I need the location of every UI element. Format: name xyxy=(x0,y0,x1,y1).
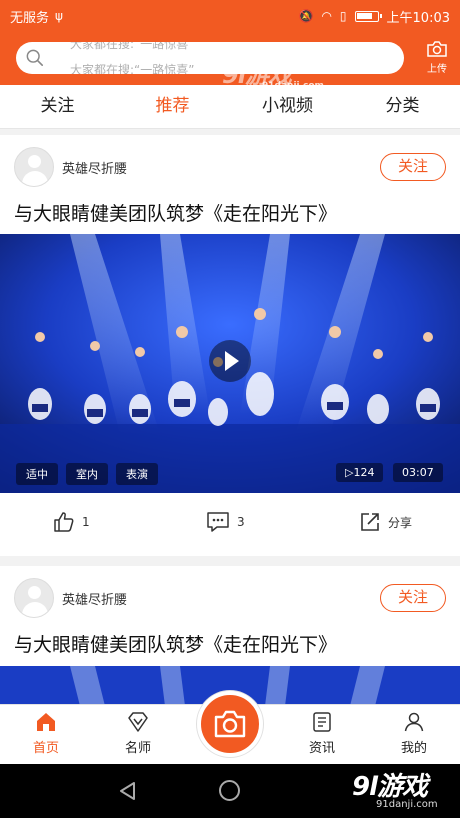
tab-recommend[interactable]: 推荐 xyxy=(115,85,230,128)
thumbs-up-icon xyxy=(54,512,74,532)
play-count: ▷124 xyxy=(336,463,384,482)
video-tag[interactable]: 表演 xyxy=(116,463,158,485)
news-icon xyxy=(313,712,331,732)
watermark-logo-text: 9l游戏 xyxy=(352,772,428,802)
battery-icon xyxy=(354,10,382,22)
feed-card: 英雄尽折腰 关注 与大眼睛健美团队筑梦《走在阳光下》 xyxy=(0,566,460,706)
clock: 上午10:03 xyxy=(386,10,450,26)
tab-category[interactable]: 分类 xyxy=(345,85,460,128)
nav-home[interactable]: 首页 xyxy=(16,711,76,756)
share-button[interactable]: 分享 xyxy=(358,510,412,534)
comment-count: 3 xyxy=(237,515,245,529)
home-icon xyxy=(37,713,55,731)
watermark-logo: 9l游戏 91danji.com xyxy=(352,766,438,810)
search-input[interactable] xyxy=(16,42,404,74)
carrier-label: 无服务 xyxy=(10,10,50,26)
mute-icon: 🔕 xyxy=(298,9,314,23)
nav-news[interactable]: 资讯 xyxy=(292,711,352,756)
video-tag[interactable]: 室内 xyxy=(66,463,108,485)
category-tabs: 关注 推荐 小视频 分类 xyxy=(0,85,460,129)
status-bar: 无服务 ψ 🔕 ◠ ▯ 上午10:03 xyxy=(0,0,460,32)
nav-home-label: 首页 xyxy=(32,741,59,756)
author-name[interactable]: 英雄尽折腰 xyxy=(62,589,127,608)
search-bar[interactable]: 大家都在搜:“一路惊喜” 大家都在搜:“一路惊喜” xyxy=(16,42,404,74)
app-header: 无服务 ψ 🔕 ◠ ▯ 上午10:03 大家都在搜:“一路惊喜” 大家都在搜:“… xyxy=(0,0,460,91)
record-video-button[interactable] xyxy=(197,691,263,757)
share-icon xyxy=(361,513,379,531)
nav-teachers[interactable]: 名师 xyxy=(108,711,168,756)
sim-icon: ▯ xyxy=(339,9,347,23)
tab-short-video[interactable]: 小视频 xyxy=(230,85,345,128)
usb-icon: ψ xyxy=(55,9,63,23)
comment-icon xyxy=(207,512,229,532)
diamond-icon xyxy=(128,712,148,732)
video-player[interactable]: 适中 室内 表演 ▷124 03:07 xyxy=(0,234,460,493)
avatar[interactable] xyxy=(14,147,54,187)
play-button[interactable] xyxy=(209,340,251,382)
post-actions: 1 3 分享 xyxy=(0,502,460,546)
user-icon xyxy=(404,712,424,732)
back-icon[interactable] xyxy=(118,781,138,801)
author-info[interactable]: 英雄尽折腰 xyxy=(14,578,127,618)
video-tags: 适中 室内 表演 xyxy=(16,463,158,485)
comment-button[interactable]: 3 xyxy=(205,510,245,534)
author-name[interactable]: 英雄尽折腰 xyxy=(62,158,127,177)
post-title[interactable]: 与大眼睛健美团队筑梦《走在阳光下》 xyxy=(14,630,337,657)
tab-follow[interactable]: 关注 xyxy=(0,85,115,128)
like-count: 1 xyxy=(82,515,90,529)
author-info[interactable]: 英雄尽折腰 xyxy=(14,147,127,187)
follow-button[interactable]: 关注 xyxy=(380,153,446,181)
nav-mine[interactable]: 我的 xyxy=(384,711,444,756)
post-title[interactable]: 与大眼睛健美团队筑梦《走在阳光下》 xyxy=(14,199,337,226)
nav-mine-label: 我的 xyxy=(400,741,427,756)
avatar[interactable] xyxy=(14,578,54,618)
feed-card: 英雄尽折腰 关注 与大眼睛健美团队筑梦《走在阳光下》 xyxy=(0,135,460,556)
like-button[interactable]: 1 xyxy=(52,510,90,534)
home-circle-icon[interactable] xyxy=(219,780,240,801)
upload-button[interactable]: 上传 xyxy=(418,40,456,78)
camera-icon xyxy=(214,710,246,738)
share-label: 分享 xyxy=(388,515,413,530)
video-tag[interactable]: 适中 xyxy=(16,463,58,485)
wifi-icon: ◠ xyxy=(321,9,332,23)
upload-label: 上传 xyxy=(427,64,447,75)
nav-news-label: 资讯 xyxy=(308,741,335,756)
follow-button[interactable]: 关注 xyxy=(380,584,446,612)
watermark-site: 91danji.com xyxy=(376,799,438,810)
nav-teachers-label: 名师 xyxy=(124,741,151,756)
camera-icon xyxy=(427,41,447,57)
video-duration: 03:07 xyxy=(393,463,443,482)
